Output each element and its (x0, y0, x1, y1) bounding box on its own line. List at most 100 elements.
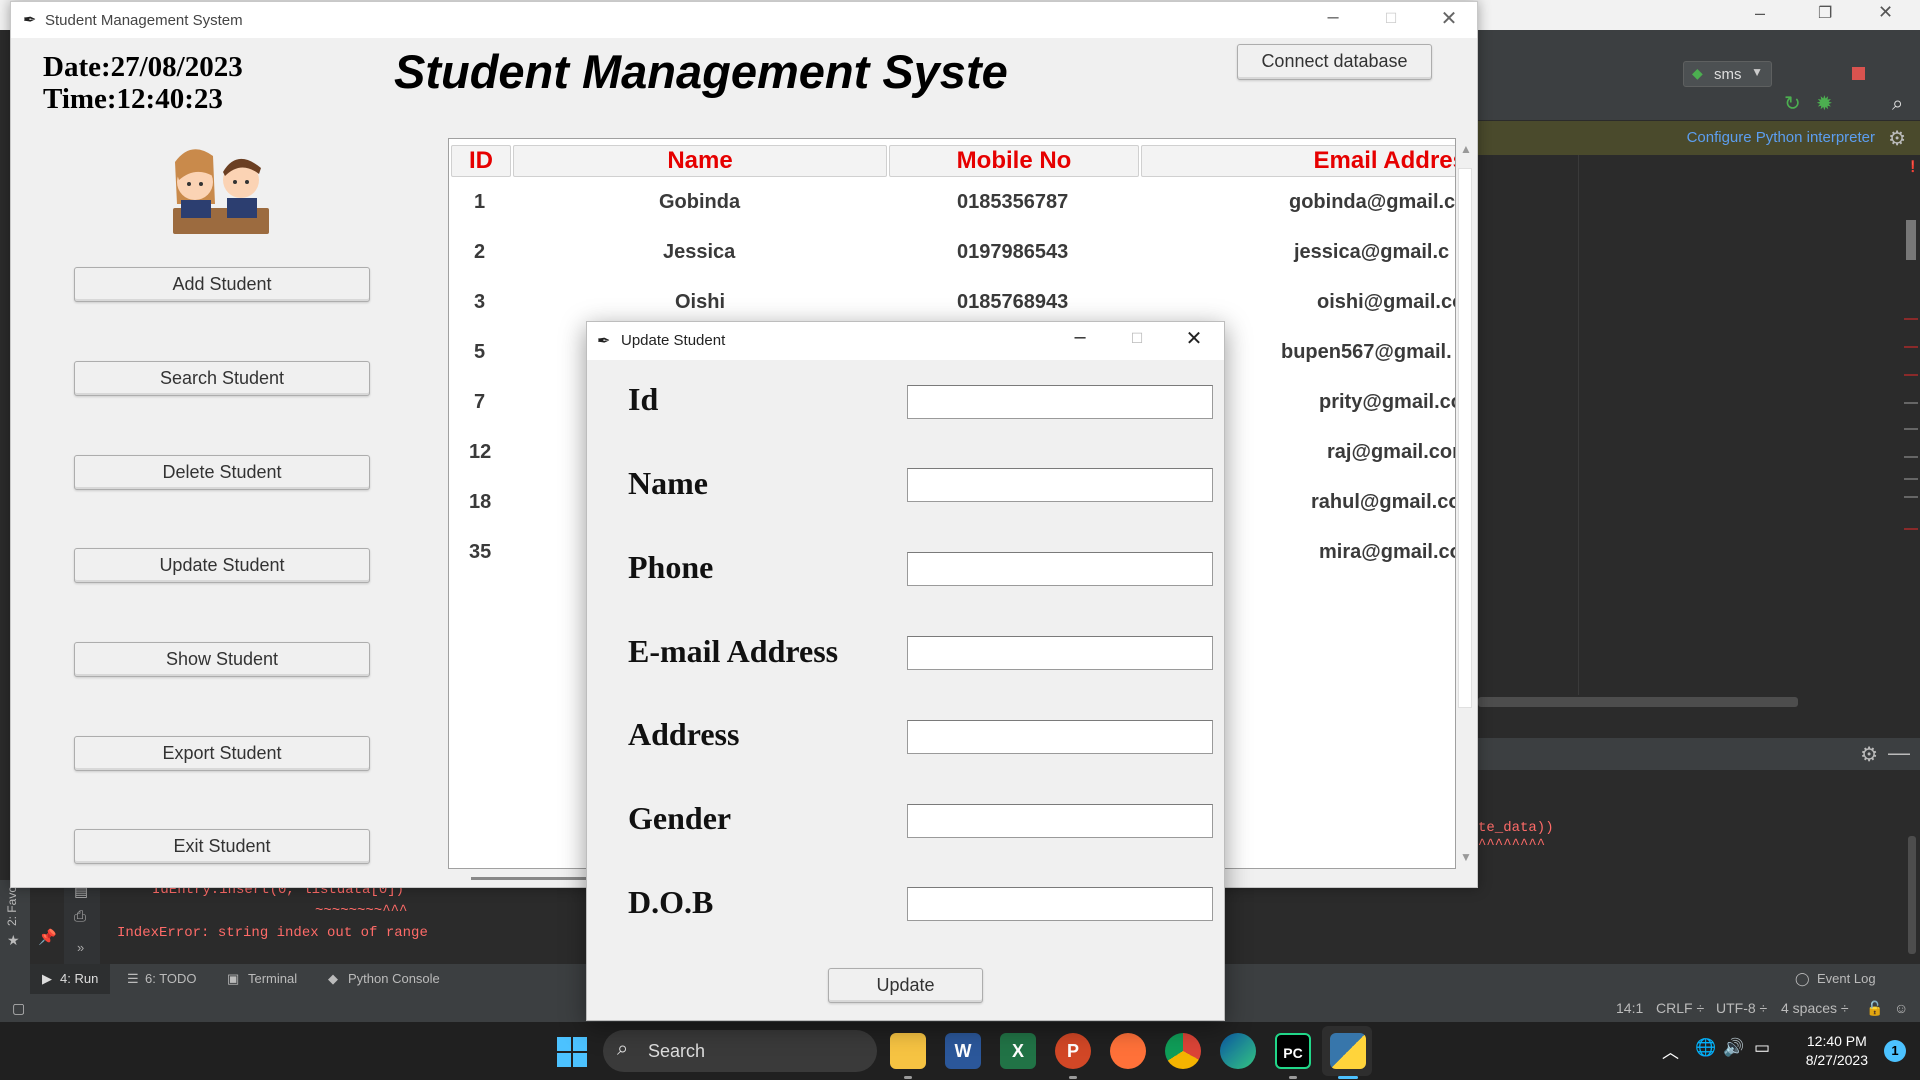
tab-terminal[interactable]: Terminal (248, 971, 297, 986)
table-cell-mobile[interactable]: 0197986543 (957, 241, 1068, 264)
table-cell-name[interactable]: Gobinda (659, 191, 740, 214)
chevron-up-icon[interactable]: ︿ (1662, 1038, 1679, 1063)
table-cell-email[interactable]: raj@gmail.con (1327, 441, 1455, 464)
powerpoint-icon[interactable]: P (1055, 1033, 1091, 1069)
table-cell-email[interactable]: jessica@gmail.c (1294, 241, 1449, 264)
address-input[interactable] (907, 720, 1213, 754)
print-icon[interactable]: ⎙ (74, 908, 86, 925)
table-cell-id[interactable]: 2 (474, 241, 485, 264)
table-cell-id[interactable]: 7 (474, 391, 485, 414)
scrollbar-thumb[interactable] (1458, 168, 1472, 708)
table-cell-email[interactable]: bupen567@gmail. (1281, 341, 1452, 364)
search-icon[interactable]: ⌕ (1892, 93, 1903, 115)
gender-input[interactable] (907, 804, 1213, 838)
editor-horizontal-scrollbar[interactable] (1478, 697, 1798, 707)
ide-restore-icon[interactable]: ❐ (1818, 3, 1832, 23)
indent-setting[interactable]: 4 spaces ÷ (1781, 1000, 1849, 1016)
pycharm-icon[interactable]: PC (1275, 1033, 1311, 1069)
more-icon[interactable]: » (77, 940, 84, 955)
lock-icon[interactable]: 🔓 (1866, 1000, 1883, 1017)
tab-todo[interactable]: 6: TODO (145, 971, 197, 986)
chrome-icon[interactable] (1165, 1033, 1201, 1069)
taskbar-search[interactable]: ⌕ Search (603, 1030, 877, 1072)
column-header-mobile[interactable]: Mobile No (889, 145, 1139, 177)
gear-icon[interactable]: ⚙ (1860, 742, 1878, 767)
pin-icon[interactable]: 📌 (38, 928, 57, 946)
search-student-button[interactable]: Search Student (74, 361, 370, 396)
notification-badge[interactable]: 1 (1884, 1040, 1906, 1062)
line-separator[interactable]: CRLF ÷ (1656, 1000, 1704, 1016)
clock[interactable]: 12:40 PM 8/27/2023 (1806, 1032, 1868, 1070)
stop-icon[interactable] (1852, 67, 1865, 80)
file-encoding[interactable]: UTF-8 ÷ (1716, 1000, 1767, 1016)
exit-student-button[interactable]: Exit Student (74, 829, 370, 864)
favorites-tab[interactable]: 2: Favo (5, 886, 19, 926)
run-config-select[interactable]: ◆ sms ▼ (1683, 61, 1772, 87)
name-input[interactable] (907, 468, 1213, 502)
caret-position[interactable]: 14:1 (1616, 1000, 1643, 1016)
table-cell-id[interactable]: 12 (469, 441, 491, 464)
table-cell-id[interactable]: 1 (474, 191, 485, 214)
toggle-panels-icon[interactable]: ▢ (12, 1000, 25, 1017)
debug-icon[interactable]: ✹ (1816, 93, 1833, 115)
gear-icon[interactable]: ⚙ (1888, 126, 1906, 151)
edge-icon[interactable] (1220, 1033, 1256, 1069)
update-student-button[interactable]: Update Student (74, 548, 370, 583)
table-cell-id[interactable]: 35 (469, 541, 491, 564)
table-cell-email[interactable]: mira@gmail.co (1319, 541, 1455, 564)
table-cell-name[interactable]: Oishi (675, 291, 725, 314)
table-cell-email[interactable]: rahul@gmail.co (1311, 491, 1455, 514)
inspector-icon[interactable]: ☺ (1894, 1000, 1908, 1016)
tab-run[interactable]: 4: Run (60, 971, 98, 986)
tab-event-log[interactable]: Event Log (1817, 971, 1876, 986)
export-student-button[interactable]: Export Student (74, 736, 370, 771)
table-cell-id[interactable]: 18 (469, 491, 491, 514)
minimize-icon[interactable]: – (1318, 6, 1348, 29)
minimize-panel-icon[interactable]: — (1888, 740, 1910, 766)
rerun-icon[interactable]: ↻ (1784, 93, 1801, 115)
firefox-icon[interactable] (1110, 1033, 1146, 1069)
table-cell-email[interactable]: prity@gmail.co (1319, 391, 1455, 414)
file-explorer-icon[interactable] (890, 1033, 926, 1069)
table-cell-email[interactable]: gobinda@gmail.c (1289, 191, 1455, 214)
table-cell-name[interactable]: Jessica (663, 241, 735, 264)
phone-input[interactable] (907, 552, 1213, 586)
maximize-icon[interactable]: ☐ (1376, 10, 1406, 27)
show-student-button[interactable]: Show Student (74, 642, 370, 677)
tab-python-console[interactable]: Python Console (348, 971, 440, 986)
column-header-id[interactable]: ID (451, 145, 511, 177)
delete-student-button[interactable]: Delete Student (74, 455, 370, 490)
table-vertical-scrollbar[interactable]: ▲ ▼ (1456, 138, 1474, 869)
language-icon[interactable]: 🌐 (1695, 1038, 1716, 1058)
dob-input[interactable] (907, 887, 1213, 921)
word-icon[interactable]: W (945, 1033, 981, 1069)
scroll-down-icon[interactable]: ▼ (1460, 850, 1472, 864)
table-cell-email[interactable]: oishi@gmail.co (1317, 291, 1455, 314)
email-input[interactable] (907, 636, 1213, 670)
volume-icon[interactable]: 🔊 (1723, 1038, 1744, 1058)
column-header-email[interactable]: Email Addres (1141, 145, 1455, 177)
console-vertical-scrollbar[interactable] (1908, 836, 1916, 954)
column-header-name[interactable]: Name (513, 145, 887, 177)
table-cell-mobile[interactable]: 0185768943 (957, 291, 1068, 314)
configure-interpreter-link[interactable]: Configure Python interpreter (1687, 129, 1875, 146)
start-icon[interactable] (557, 1037, 587, 1067)
table-cell-id[interactable]: 5 (474, 341, 485, 364)
code-editor[interactable] (1478, 155, 1920, 705)
close-icon[interactable]: ✕ (1434, 6, 1464, 31)
id-input[interactable] (907, 385, 1213, 419)
python-app-icon[interactable] (1330, 1033, 1366, 1069)
ide-close-icon[interactable]: ✕ (1878, 2, 1893, 23)
battery-icon[interactable]: ▭ (1754, 1038, 1770, 1058)
maximize-icon[interactable]: ☐ (1122, 330, 1152, 347)
minimize-icon[interactable]: – (1065, 326, 1095, 349)
table-cell-id[interactable]: 3 (474, 291, 485, 314)
scroll-up-icon[interactable]: ▲ (1460, 142, 1472, 156)
close-icon[interactable]: ✕ (1179, 326, 1209, 351)
update-button[interactable]: Update (828, 968, 983, 1003)
ide-minimize-icon[interactable]: – (1755, 3, 1765, 24)
connect-database-button[interactable]: Connect database (1237, 44, 1432, 80)
table-cell-mobile[interactable]: 0185356787 (957, 191, 1068, 214)
excel-icon[interactable]: X (1000, 1033, 1036, 1069)
add-student-button[interactable]: Add Student (74, 267, 370, 302)
